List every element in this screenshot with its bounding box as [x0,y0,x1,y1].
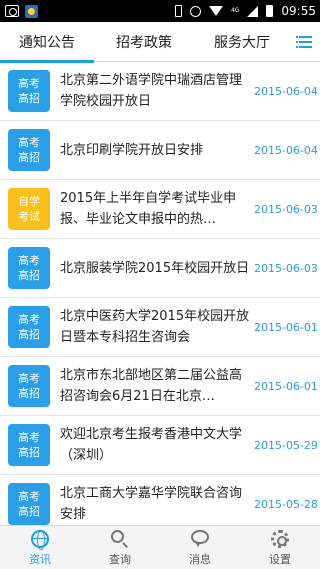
wifi-icon [208,6,223,16]
list-item[interactable]: 高考 高招 北京印刷学院开放日安排 2015-06-04 [0,121,320,180]
tab-service-hall[interactable]: 服务大厅 [194,22,290,62]
item-date: 2015-06-03 [254,261,318,275]
network-type: 4G [230,7,240,14]
menu-list-icon[interactable] [290,22,320,62]
list-item[interactable]: 高考 高招 北京工商大学嘉华学院联合咨询安排 2015-05-28 [0,475,320,525]
alarm-icon [189,5,201,17]
nav-query[interactable]: 查询 [80,526,160,569]
item-title: 北京工商大学嘉华学院联合咨询安排 [60,486,243,522]
category-tag: 高考 高招 [8,70,50,112]
item-date: 2015-06-04 [254,84,318,98]
item-title: 北京印刷学院开放日安排 [60,142,204,158]
item-date: 2015-06-01 [254,320,318,334]
item-date: 2015-05-29 [254,438,318,452]
category-tag: 自学 考试 [8,188,50,230]
item-title: 北京服装学院2015年校园开放日 [60,260,250,276]
item-title: 2015年上半年自学考试毕业申报、毕业论文申报中的热… [60,191,237,227]
chat-bubble-icon [191,529,209,548]
list-item[interactable]: 高考 高招 北京中医药大学2015年校园开放日暨本专科招生咨询会 2015-06-… [0,298,320,357]
item-date: 2015-05-28 [254,497,318,511]
search-icon [111,529,129,548]
category-tag: 高考 高招 [8,306,50,348]
nav-query-label: 查询 [109,552,131,566]
list-item[interactable]: 自学 考试 2015年上半年自学考试毕业申报、毕业论文申报中的热… 2015-06… [0,180,320,239]
battery-icon [266,5,274,17]
item-title: 北京第二外语学院中瑞酒店管理学院校园开放日 [60,73,243,109]
category-tag: 高考 高招 [8,129,50,171]
list-item[interactable]: 高考 高招 北京第二外语学院中瑞酒店管理学院校园开放日 2015-06-04 [0,62,320,121]
nav-settings-label: 设置 [269,552,291,566]
clock: 09:55 [281,4,316,18]
item-date: 2015-06-04 [254,143,318,157]
nav-messages-label: 消息 [189,552,211,566]
top-tab-bar: 通知公告 招考政策 服务大厅 [0,22,320,63]
vibrate-icon [174,5,182,17]
category-tag: 高考 高招 [8,247,50,289]
item-date: 2015-06-01 [254,379,318,393]
item-title: 北京市东北部地区第二届公益高招咨询会6月21日在北京… [60,368,243,404]
category-tag: 高考 高招 [8,424,50,466]
gear-icon [271,529,289,548]
list-item[interactable]: 高考 高招 北京市东北部地区第二届公益高招咨询会6月21日在北京… 2015-06… [0,357,320,416]
bottom-nav-bar: 资讯 查询 消息 设置 [0,525,320,569]
category-tag: 高考 高招 [8,483,50,525]
item-title: 欢迎北京考生报考香港中文大学（深圳） [60,427,243,463]
tab-policies[interactable]: 招考政策 [94,22,194,62]
app-notification-icon [25,4,38,18]
notice-list: 高考 高招 北京第二外语学院中瑞酒店管理学院校园开放日 2015-06-04 高考… [0,62,320,525]
nav-news[interactable]: 资讯 [0,526,80,569]
tab-notices[interactable]: 通知公告 [0,22,94,63]
status-bar: 4G 09:55 [0,0,320,22]
nav-messages[interactable]: 消息 [160,526,240,569]
list-item[interactable]: 高考 高招 北京服装学院2015年校园开放日 2015-06-03 [0,239,320,298]
signal-icon [247,5,259,17]
item-date: 2015-06-03 [254,202,318,216]
screenshot-icon [5,5,19,17]
nav-settings[interactable]: 设置 [240,526,320,569]
category-tag: 高考 高招 [8,365,50,407]
globe-icon [31,529,49,550]
list-item[interactable]: 高考 高招 欢迎北京考生报考香港中文大学（深圳） 2015-05-29 [0,416,320,475]
nav-news-label: 资讯 [29,552,51,566]
item-title: 北京中医药大学2015年校园开放日暨本专科招生咨询会 [60,309,250,345]
